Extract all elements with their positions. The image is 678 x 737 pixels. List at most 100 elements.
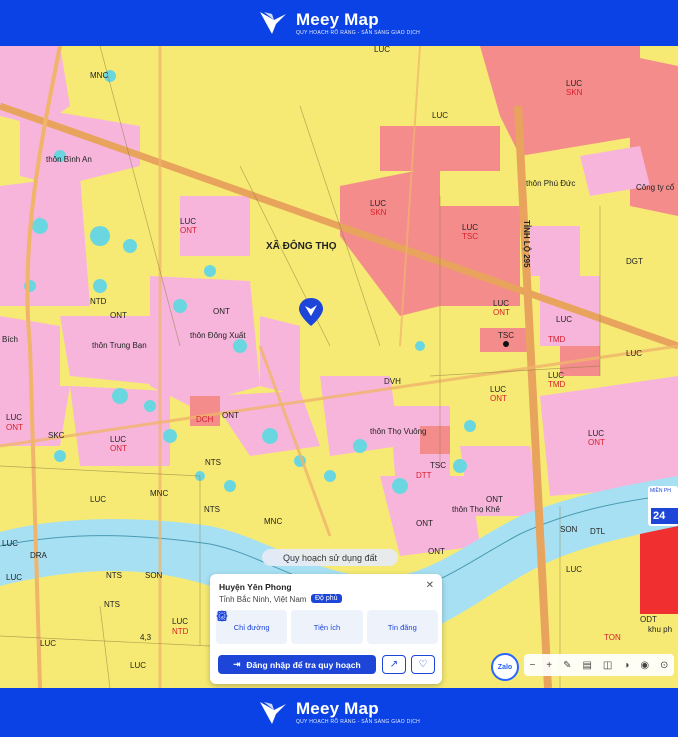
card-actions: Chỉ đường Tiện ích Tin đăng (216, 610, 438, 644)
side-panel[interactable]: MIỀN PH 24 (648, 486, 678, 526)
brand-tagline: QUY HOẠCH RÕ RÀNG - SẴN SÀNG GIAO DỊCH (295, 719, 421, 725)
login-label: Đăng nhập để tra quy hoạch (246, 659, 361, 670)
login-button[interactable]: ⇥ Đăng nhập để tra quy hoạch (218, 655, 376, 674)
map-label: ONT (416, 519, 433, 528)
map-label: SON (560, 525, 578, 534)
meey-logo-icon (259, 701, 286, 724)
map-label: NTS (205, 458, 221, 467)
map-label: LUC (2, 539, 19, 548)
bottom-banner: Meey Map QUY HOẠCH RÕ RÀNG - SẴN SÀNG GI… (0, 688, 678, 737)
map-label: ODT (640, 615, 657, 624)
layers-icon[interactable]: ◫ (603, 660, 612, 671)
draw-icon[interactable]: ✎ (563, 660, 571, 671)
map-label: MNC (150, 489, 169, 498)
map-label: TSC (462, 232, 478, 241)
village-label: thôn Thọ Vuông (370, 427, 427, 436)
map-label: Bích (2, 335, 19, 344)
share-icon: ↗ (389, 659, 399, 670)
map-label: LUC (110, 435, 127, 444)
map-label: LUC (90, 495, 107, 504)
map-label: LUC (462, 223, 479, 232)
locate-icon[interactable]: ⊙ (660, 660, 668, 671)
share-button[interactable]: ↗ (382, 655, 406, 674)
layer-pill[interactable]: Quy hoạch sử dụng đất (262, 549, 398, 566)
brand: Meey Map QUY HOẠCH RÕ RÀNG - SẴN SÀNG GI… (258, 10, 420, 36)
map-label: NTS (106, 571, 122, 580)
login-icon: ⇥ (233, 659, 241, 669)
zoom-in-icon[interactable]: + (546, 660, 552, 671)
top-banner: Meey Map QUY HOẠCH RÕ RÀNG - SẴN SÀNG GI… (0, 0, 678, 46)
map-label: ONT (493, 308, 510, 317)
map-label: DCH (196, 415, 214, 424)
compare-icon[interactable]: ◑ (623, 660, 629, 671)
village-label: thôn Đông Xuất (190, 331, 246, 340)
location-title: Huyện Yên Phong (219, 582, 292, 592)
map-label: ONT (490, 394, 507, 403)
map-label: ONT (110, 311, 127, 320)
map-label: TSC (430, 461, 446, 470)
map-label: LUC (130, 661, 147, 670)
utilities-button[interactable]: Tiện ích (217, 610, 363, 644)
map-label: ONT (428, 547, 445, 556)
map-label: ONT (486, 495, 503, 504)
location-subtitle: Tỉnh Bắc Ninh, Việt Nam (219, 595, 307, 604)
map-label: TMD (548, 380, 566, 389)
print-icon[interactable]: ▤ (582, 660, 591, 671)
map-label: LUC (493, 299, 510, 308)
heart-icon: ♡ (418, 659, 428, 670)
commune-label: XÃ ĐÔNG THỌ (266, 241, 337, 252)
map-label: LUC (6, 413, 23, 422)
map-label: LUC (588, 429, 605, 438)
map-label: ONT (222, 411, 239, 420)
map-label: LUC (566, 565, 583, 574)
side-panel-number: 24 (651, 508, 678, 524)
directions-label: Chỉ đường (233, 622, 270, 632)
brand-name: Meey Map (295, 699, 379, 718)
village-label: thôn Trung Bạn (92, 341, 147, 350)
map-label: LUC (432, 111, 449, 120)
map-label: LUC (180, 217, 197, 226)
map-label: NTS (104, 600, 120, 609)
map-label: TON (604, 633, 621, 642)
map-label: LUC (172, 617, 189, 626)
eye-icon[interactable]: ◉ (640, 660, 649, 671)
map-label: MNC (264, 517, 283, 526)
listings-label: Tin đăng (387, 622, 417, 632)
road-label: TỈNH LỘ 295 (522, 220, 531, 268)
map-label: ONT (588, 438, 605, 447)
map-pin[interactable] (300, 296, 320, 320)
zoom-out-icon[interactable]: − (529, 660, 535, 671)
brand-footer: Meey Map QUY HOẠCH RÕ RÀNG - SẴN SÀNG GI… (258, 700, 420, 726)
favorite-button[interactable]: ♡ (411, 655, 435, 674)
map-label: DTL (590, 527, 606, 536)
utilities-label: Tiện ích (313, 622, 341, 632)
location-card: Huyện Yên Phong Tỉnh Bắc Ninh, Việt Nam … (210, 574, 442, 684)
side-panel-label: MIỀN PH (650, 488, 671, 494)
map-label: 4,3 (140, 633, 152, 642)
planning-map[interactable]: XÃ ĐÔNG THỌ TỈNH LỘ 295 LUC LUC LUC SKN … (0, 46, 678, 688)
map-label: ONT (180, 226, 197, 235)
brand-name: Meey Map (295, 9, 379, 29)
meey-logo-icon (259, 12, 286, 34)
close-icon[interactable]: ✕ (426, 580, 434, 591)
map-label: LUC (40, 639, 57, 648)
map-label: MNC (90, 71, 109, 80)
map-label: ONT (6, 423, 23, 432)
map-label: TSC (498, 331, 514, 340)
listing-icon (217, 611, 227, 621)
map-label: DGT (626, 257, 643, 266)
company-label: Công ty cổ (636, 183, 675, 192)
brand-tagline: QUY HOẠCH RÕ RÀNG - SẴN SÀNG GIAO DỊCH (295, 29, 421, 36)
map-label: LUC (490, 385, 507, 394)
map-label: LUC (548, 371, 565, 380)
listings-button[interactable]: Tin đăng (217, 610, 438, 644)
zalo-button[interactable]: Zalo (491, 653, 519, 681)
map-label: LUC (374, 46, 391, 54)
map-label: TMD (548, 335, 566, 344)
coverage-badge[interactable]: Độ phủ (311, 594, 342, 603)
map-label: LUC (6, 573, 23, 582)
map-label: LUC (370, 199, 387, 208)
map-label: DRA (30, 551, 47, 560)
map-label: NTS (204, 505, 220, 514)
map-label: SKC (48, 431, 65, 440)
